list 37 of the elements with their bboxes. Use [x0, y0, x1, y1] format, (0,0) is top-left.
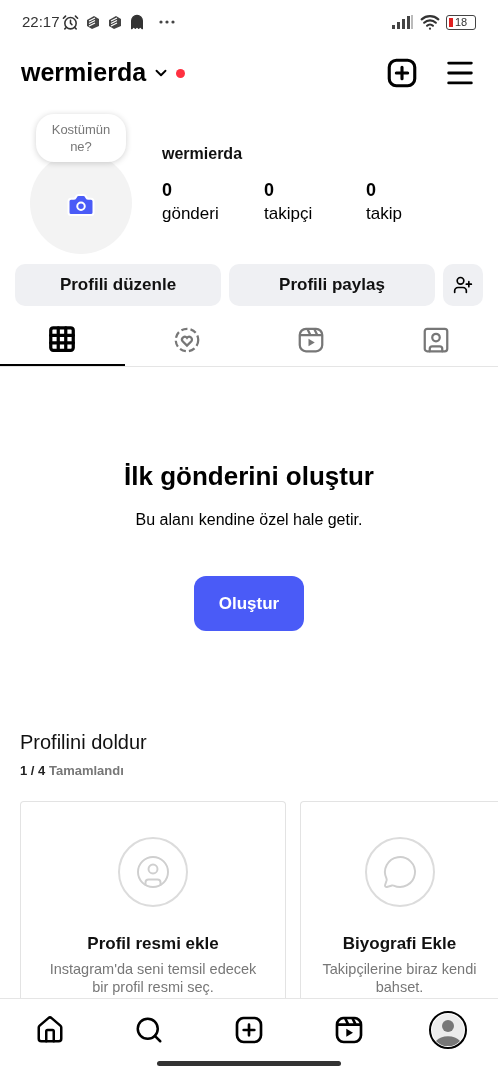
username-title[interactable]: wermierda	[21, 54, 147, 92]
add-person-button[interactable]	[443, 264, 483, 306]
alarm-clock-icon	[61, 13, 79, 31]
speech-bubble-tooltip: Kostümün ne?	[36, 114, 126, 162]
profile-action-button[interactable]: Profili paylaş	[229, 264, 435, 306]
create-button[interactable]: Oluştur	[194, 576, 304, 631]
section-title: Profilini doldur	[20, 730, 148, 755]
more-icon	[158, 20, 175, 24]
clock-time: 22:17	[22, 11, 60, 32]
speech-bubble-icon	[364, 836, 435, 907]
avatar-icon[interactable]	[429, 1011, 468, 1049]
stat-label: takip	[366, 203, 403, 225]
stat-count: 0	[162, 179, 173, 202]
empty-state-subtitle: Bu alanı kendine özel hale getir.	[135, 510, 363, 530]
card-description: Instagram'da seni temsil edecek bir profil resmi seç.	[48, 960, 258, 996]
profile-action-button[interactable]: Profili düzenle	[15, 264, 221, 306]
box-stack-icon	[84, 14, 101, 30]
battery-percent: 18	[455, 16, 468, 28]
stat-count: 0	[264, 179, 275, 202]
card-description: Takipçilerine biraz kendi bahset.	[321, 960, 478, 996]
empty-state-title: İlk gönderini oluştur	[124, 460, 374, 493]
wifi-icon	[420, 12, 440, 32]
profile-name: wermierda	[162, 144, 244, 164]
box-stack-icon	[106, 14, 123, 30]
user-plus-icon	[453, 275, 473, 295]
add-icon[interactable]	[385, 56, 419, 90]
signal-icon	[392, 15, 414, 29]
stat-count: 0	[366, 179, 377, 202]
progress-count: 1 / 4	[20, 763, 46, 778]
create-icon[interactable]	[233, 1014, 265, 1046]
progress-label: Tamamlandı	[48, 763, 124, 778]
card-title: Biyografi Ekle	[342, 932, 457, 955]
stat-label: gönderi	[162, 203, 220, 225]
stat-label: takipçi	[264, 203, 314, 225]
grid-icon[interactable]	[47, 324, 78, 354]
card-title: Profil resmi ekle	[87, 932, 219, 955]
ghost-icon	[128, 14, 145, 30]
